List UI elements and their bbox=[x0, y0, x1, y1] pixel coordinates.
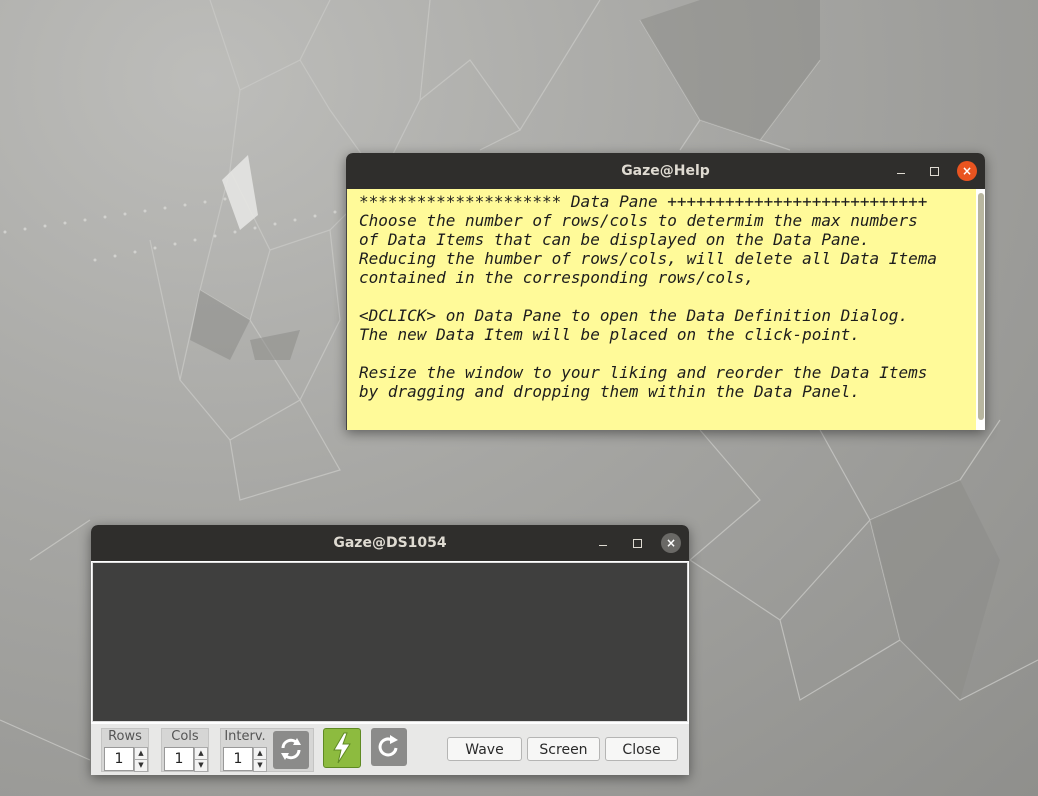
rows-down-arrow-icon[interactable]: ▼ bbox=[134, 759, 148, 772]
help-window-title: Gaze@Help bbox=[621, 163, 710, 179]
rows-spinner: Rows 1 ▲ ▼ bbox=[101, 728, 149, 772]
wave-button[interactable]: Wave bbox=[447, 737, 522, 761]
maximize-button[interactable] bbox=[627, 533, 647, 553]
interval-label: Interv. bbox=[224, 729, 266, 744]
close-button[interactable]: × bbox=[661, 533, 681, 553]
close-icon: × bbox=[961, 164, 973, 178]
redo-button[interactable] bbox=[371, 728, 407, 766]
minimize-icon bbox=[897, 173, 905, 174]
interval-down-arrow-icon[interactable]: ▼ bbox=[253, 759, 267, 772]
help-window: Gaze@Help × ********************* Data P… bbox=[346, 153, 985, 430]
minimize-button[interactable] bbox=[593, 533, 613, 553]
refresh-button[interactable] bbox=[273, 731, 309, 769]
cols-value[interactable]: 1 bbox=[164, 747, 194, 771]
ds-titlebar[interactable]: Gaze@DS1054 × bbox=[91, 525, 689, 561]
close-icon: × bbox=[665, 536, 677, 550]
close-button[interactable]: × bbox=[957, 161, 977, 181]
maximize-icon bbox=[929, 167, 939, 176]
interval-spinner: Interv. 1 ▲ ▼ bbox=[220, 728, 314, 772]
minimize-button[interactable] bbox=[891, 161, 911, 181]
redo-icon bbox=[378, 735, 398, 757]
close-text-button[interactable]: Close bbox=[605, 737, 678, 761]
rows-label: Rows bbox=[108, 729, 142, 744]
ds-window: Gaze@DS1054 × Rows 1 ▲ ▼ Cols 1 ▲ ▼ Inte… bbox=[91, 525, 689, 775]
cols-spinner: Cols 1 ▲ ▼ bbox=[161, 728, 209, 772]
ds-toolbar: Rows 1 ▲ ▼ Cols 1 ▲ ▼ Interv. 1 ▲ ▼ Wave… bbox=[91, 724, 689, 775]
refresh-icon bbox=[281, 738, 301, 760]
cols-label: Cols bbox=[171, 729, 199, 744]
lightning-icon bbox=[333, 732, 351, 764]
help-scrollbar[interactable] bbox=[978, 193, 984, 420]
run-button[interactable] bbox=[323, 728, 361, 768]
maximize-icon bbox=[632, 539, 642, 548]
minimize-icon bbox=[599, 545, 607, 546]
maximize-button[interactable] bbox=[924, 161, 944, 181]
help-text-area[interactable]: ********************* Data Pane ++++++++… bbox=[346, 189, 976, 430]
cols-down-arrow-icon[interactable]: ▼ bbox=[194, 759, 208, 772]
data-pane[interactable] bbox=[92, 562, 688, 722]
screen-button[interactable]: Screen bbox=[527, 737, 600, 761]
help-titlebar[interactable]: Gaze@Help × bbox=[346, 153, 985, 189]
interval-value[interactable]: 1 bbox=[223, 747, 253, 771]
rows-value[interactable]: 1 bbox=[104, 747, 134, 771]
